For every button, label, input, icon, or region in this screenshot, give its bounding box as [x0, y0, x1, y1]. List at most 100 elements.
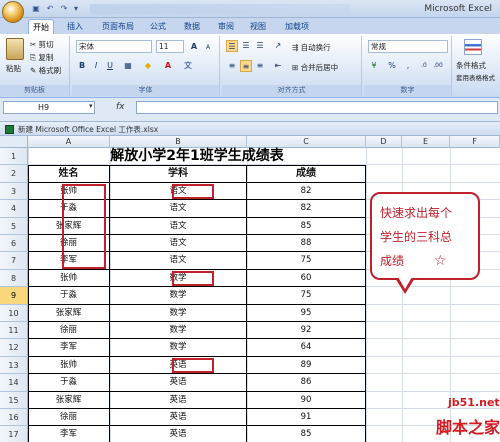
table-cell[interactable]: 张帅 — [28, 356, 110, 375]
table-cell[interactable]: 64 — [247, 339, 366, 357]
align-left-icon[interactable]: ≡ — [226, 60, 238, 72]
row-header-3[interactable]: 3 — [0, 182, 28, 201]
row-header-4[interactable]: 4 — [0, 200, 28, 218]
select-all-corner[interactable] — [0, 136, 28, 148]
row-header-17[interactable]: 17 — [0, 426, 28, 442]
office-button[interactable] — [2, 1, 24, 23]
cut-button[interactable]: ✂ 剪切 — [30, 39, 54, 50]
table-cell[interactable]: 88 — [247, 235, 366, 253]
name-box-dropdown-icon[interactable]: ▾ — [89, 102, 93, 110]
table-cell[interactable]: 于淼 — [28, 374, 110, 392]
insert-function-icon[interactable]: fx — [116, 101, 136, 114]
table-cell[interactable]: 数学 — [110, 287, 247, 305]
table-cell[interactable]: 数学 — [110, 322, 247, 340]
table-cell[interactable]: 75 — [247, 252, 366, 270]
table-cell[interactable]: 数学 — [110, 304, 247, 322]
tab-review[interactable]: 审阅 — [214, 19, 238, 34]
table-cell[interactable]: 李军 — [28, 339, 110, 357]
table-cell[interactable]: 英语 — [110, 409, 247, 427]
wrap-text-button[interactable]: ⇶ 自动换行 — [292, 42, 331, 53]
font-color-button[interactable]: A — [162, 60, 174, 72]
paste-button[interactable]: 粘贴 — [6, 63, 21, 74]
align-top-icon[interactable]: ☰ — [226, 40, 238, 52]
table-cell[interactable]: 89 — [247, 356, 366, 375]
shrink-font-button[interactable]: A — [202, 42, 214, 54]
row-header-5[interactable]: 5 — [0, 217, 28, 235]
redo-icon[interactable]: ↷ — [58, 3, 70, 14]
column-title-1[interactable]: 学科 — [110, 165, 247, 183]
bold-button[interactable]: B — [76, 60, 88, 72]
comma-button[interactable]: , — [402, 60, 414, 72]
align-right-icon[interactable]: ≡ — [254, 60, 266, 72]
table-cell[interactable]: 语文 — [110, 252, 247, 270]
table-cell[interactable]: 82 — [247, 200, 366, 218]
underline-button[interactable]: U — [104, 60, 116, 72]
align-bottom-icon[interactable]: ☰ — [254, 40, 266, 52]
row-header-10[interactable]: 10 — [0, 304, 28, 322]
format-table-button[interactable]: 套用表格格式 — [456, 72, 495, 82]
tab-view[interactable]: 视图 — [246, 19, 270, 34]
conditional-format-button[interactable]: 条件格式 — [456, 60, 486, 71]
table-cell[interactable]: 语文 — [110, 200, 247, 218]
grow-font-button[interactable]: A — [188, 41, 200, 53]
table-cell[interactable]: 91 — [247, 409, 366, 427]
table-cell[interactable]: 85 — [247, 426, 366, 442]
table-cell[interactable]: 语文 — [110, 217, 247, 235]
table-cell[interactable]: 张家辉 — [28, 391, 110, 409]
currency-button[interactable]: ¥ — [368, 60, 380, 72]
column-header-d[interactable]: D — [366, 136, 402, 148]
row-header-16[interactable]: 16 — [0, 409, 28, 427]
column-header-e[interactable]: E — [402, 136, 450, 148]
column-header-f[interactable]: F — [450, 136, 500, 148]
row-header-9[interactable]: 9 — [0, 287, 28, 305]
name-box[interactable]: H9 — [3, 101, 95, 114]
row-header-11[interactable]: 11 — [0, 322, 28, 340]
format-painter-button[interactable]: ✎ 格式刷 — [30, 65, 61, 76]
table-cell[interactable]: 75 — [247, 287, 366, 305]
border-icon[interactable]: ▦ — [122, 60, 134, 72]
table-cell[interactable]: 徐丽 — [28, 409, 110, 427]
column-title-2[interactable]: 成绩 — [247, 165, 366, 183]
table-cell[interactable]: 英语 — [110, 391, 247, 409]
table-cell[interactable]: 语文 — [110, 235, 247, 253]
row-header-2[interactable]: 2 — [0, 165, 28, 183]
row-header-8[interactable]: 8 — [0, 269, 28, 288]
formula-input[interactable] — [136, 101, 498, 114]
row-header-14[interactable]: 14 — [0, 374, 28, 392]
orientation-icon[interactable]: ↗ — [272, 40, 284, 52]
table-cell[interactable]: 英语 — [110, 374, 247, 392]
font-size-select[interactable]: 11 — [156, 40, 184, 53]
align-center-icon[interactable]: ≡ — [240, 60, 252, 72]
qat-dropdown-icon[interactable]: ▾ — [72, 3, 80, 14]
table-cell[interactable]: 82 — [247, 182, 366, 201]
align-middle-icon[interactable]: ☰ — [240, 40, 252, 52]
table-cell[interactable]: 86 — [247, 374, 366, 392]
table-cell[interactable]: 张帅 — [28, 269, 110, 288]
tab-page-layout[interactable]: 页面布局 — [98, 19, 138, 34]
table-cell[interactable]: 张家辉 — [28, 304, 110, 322]
tab-data[interactable]: 数据 — [180, 19, 204, 34]
copy-button[interactable]: ⎘ 复制 — [30, 52, 53, 63]
undo-icon[interactable]: ↶ — [44, 3, 56, 14]
tab-addins[interactable]: 加载项 — [280, 19, 314, 34]
table-cell[interactable]: 李军 — [28, 426, 110, 442]
phonetic-icon[interactable]: 文 — [182, 60, 194, 72]
increase-decimal-icon[interactable]: .0 — [418, 60, 430, 72]
merge-center-button[interactable]: ⊞ 合并后居中 — [292, 62, 338, 73]
paste-icon[interactable] — [6, 38, 24, 60]
column-header-a[interactable]: A — [28, 136, 110, 148]
conditional-format-icon[interactable] — [464, 39, 482, 55]
table-cell[interactable]: 徐丽 — [28, 322, 110, 340]
table-cell[interactable]: 于淼 — [28, 287, 110, 305]
row-header-6[interactable]: 6 — [0, 235, 28, 253]
percent-button[interactable]: % — [386, 60, 398, 72]
tab-home[interactable]: 开始 — [28, 19, 54, 34]
row-header-12[interactable]: 12 — [0, 339, 28, 357]
table-cell[interactable]: 95 — [247, 304, 366, 322]
column-title-0[interactable]: 姓名 — [28, 165, 110, 183]
table-cell[interactable]: 90 — [247, 391, 366, 409]
fill-color-button[interactable]: ◆ — [142, 60, 154, 72]
number-format-select[interactable]: 常规 — [368, 40, 448, 53]
row-header-7[interactable]: 7 — [0, 252, 28, 270]
table-cell[interactable]: 英语 — [110, 426, 247, 442]
